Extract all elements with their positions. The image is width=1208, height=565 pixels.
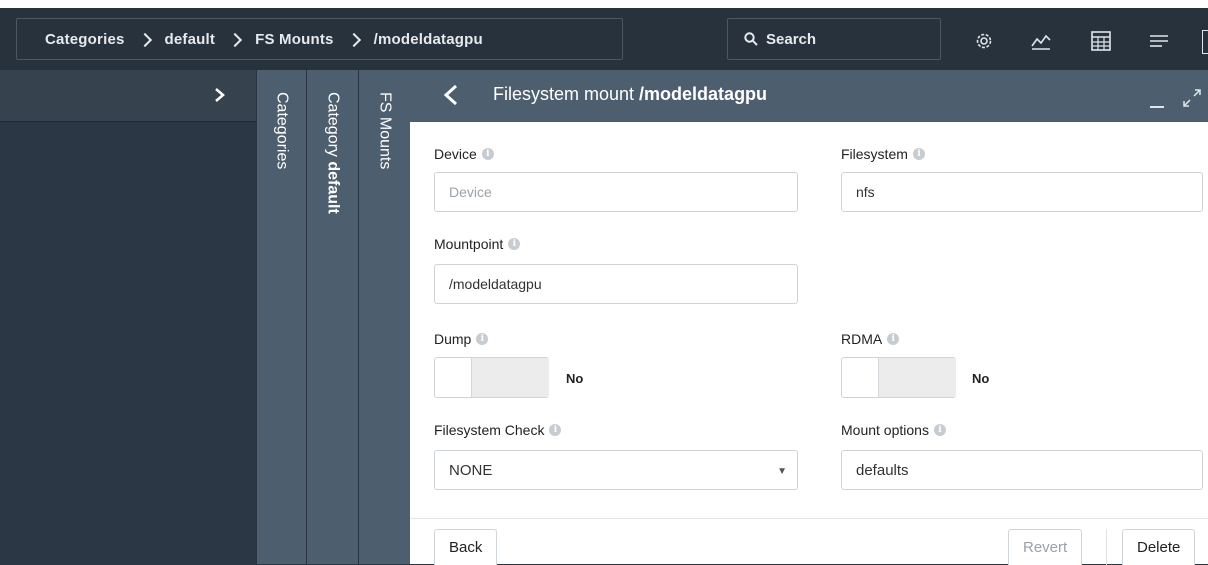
collapsed-column-category-default[interactable]: Category default [306,70,358,564]
device-label: Device i [434,146,494,162]
mount-options-value: defaults [856,461,909,479]
top-bar: Categories default FS Mounts /modeldatag… [0,0,1208,70]
filesystem-check-select[interactable]: NONE ▼ [434,450,798,490]
breadcrumb: Categories default FS Mounts /modeldatag… [16,18,623,60]
column-label-bold: default [324,161,342,214]
device-input[interactable]: Device [434,172,798,212]
info-icon[interactable]: i [476,333,489,345]
info-icon[interactable]: i [481,148,494,160]
dump-toggle-value: No [566,371,584,386]
panel-title-name: /modeldatagpu [639,84,768,104]
dump-toggle[interactable] [434,357,549,398]
breadcrumb-default[interactable]: default [165,31,216,48]
chevron-right-icon [229,33,241,45]
filesystem-check-value: NONE [449,461,493,479]
calculator-icon[interactable] [1090,30,1112,52]
panel-footer: Back Revert Delete [410,518,1208,565]
filesystem-mount-panel: Filesystem mount /modeldatagpu Device i D… [410,70,1208,565]
filesystem-input[interactable]: nfs [841,172,1203,212]
mountpoint-input[interactable]: /modeldatagpu [434,264,798,304]
column-label-text: Categories [273,92,291,170]
mount-options-input[interactable]: defaults [841,450,1203,490]
column-label: Category default [324,92,342,214]
minimize-icon[interactable] [1150,106,1164,108]
chevron-left-icon[interactable] [442,84,460,106]
rdma-label: RDMA i [841,331,900,347]
toggle-knob [878,358,956,397]
panel-icon[interactable] [1202,30,1208,54]
device-placeholder: Device [449,184,492,200]
panel-header: Filesystem mount /modeldatagpu [410,70,1208,122]
collapsed-column-fs-mounts[interactable]: FS Mounts [358,70,410,564]
footer-divider [1106,529,1107,565]
info-icon[interactable]: i [549,424,562,436]
chevron-right-icon [139,33,151,45]
left-panel [0,70,256,564]
filesystem-check-label: Filesystem Check i [434,422,562,438]
mount-options-label: Mount options i [841,422,946,438]
dump-label: Dump i [434,331,489,347]
column-label-text: FS Mounts [376,92,394,170]
mountpoint-label-text: Mountpoint [434,236,504,252]
chevron-right-icon [348,33,360,45]
column-label: Categories [273,92,291,169]
filesystem-check-label-text: Filesystem Check [434,422,545,438]
search-label: Search [766,30,817,48]
filesystem-label-text: Filesystem [841,146,908,162]
mountpoint-value: /modeldatagpu [449,276,542,292]
info-icon[interactable]: i [912,148,925,160]
search-icon [744,32,758,46]
collapsed-column-categories[interactable]: Categories [256,70,306,564]
rdma-toggle[interactable] [841,357,956,398]
back-button[interactable]: Back [434,529,498,565]
filesystem-value: nfs [856,184,875,200]
info-icon[interactable]: i [508,238,521,250]
info-icon[interactable]: i [887,333,900,345]
panel-title-prefix: Filesystem mount [493,84,640,104]
delete-button[interactable]: Delete [1122,529,1196,565]
column-label-text: Category [324,92,342,162]
mountpoint-label: Mountpoint i [434,236,521,252]
filesystem-label: Filesystem i [841,146,925,162]
breadcrumb-modeldatagpu[interactable]: /modeldatagpu [374,31,483,48]
rdma-toggle-value: No [972,371,990,386]
rdma-label-text: RDMA [841,331,883,347]
caret-down-icon: ▼ [777,466,787,477]
info-icon[interactable]: i [933,424,946,436]
breadcrumb-categories[interactable]: Categories [45,31,125,48]
chevron-right-icon[interactable] [213,88,227,102]
panel-title: Filesystem mount /modeldatagpu [493,84,767,105]
left-panel-header [0,70,256,122]
column-label: FS Mounts [376,92,394,169]
settings-gear-icon[interactable] [973,30,995,52]
device-label-text: Device [434,146,477,162]
expand-icon[interactable] [1182,88,1202,108]
toggle-knob [471,358,549,397]
dump-label-text: Dump [434,331,472,347]
revert-button[interactable]: Revert [1008,529,1083,565]
chart-line-icon[interactable] [1030,30,1052,52]
mount-options-label-text: Mount options [841,422,929,438]
search-button[interactable]: Search [727,18,941,60]
menu-lines-icon[interactable] [1148,30,1170,52]
breadcrumb-fs-mounts[interactable]: FS Mounts [255,31,333,48]
